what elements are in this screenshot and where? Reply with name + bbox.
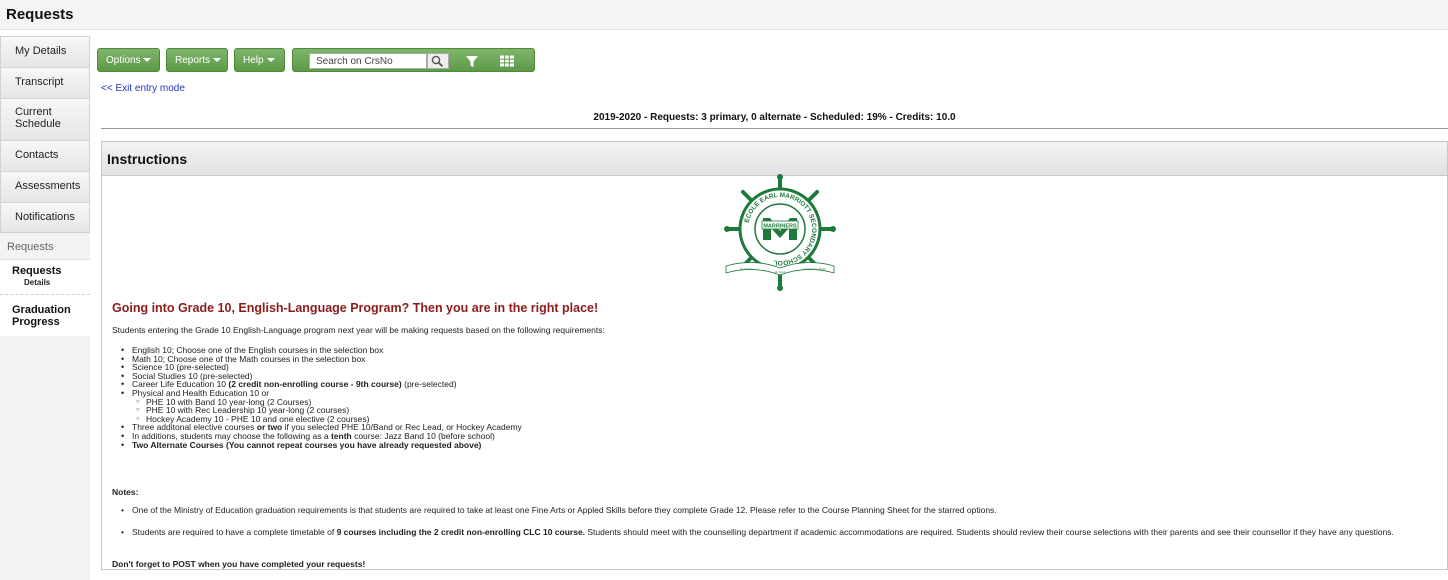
note-item: One of the Ministry of Education graduat… [121, 505, 1442, 516]
phe-options-list: PHE 10 with Band 10 year-long (2 Courses… [136, 397, 522, 424]
caret-down-icon [143, 58, 152, 63]
list-item: Two Alternate Courses (You cannot repeat… [121, 439, 522, 450]
page-title: Requests [6, 6, 74, 23]
sidebar-tab-transcript[interactable]: Transcript [0, 67, 90, 98]
page-header: Requests [0, 0, 1448, 30]
crest-center-text: MARRINERS [763, 224, 797, 230]
crest-banner-left: To Strive [740, 267, 753, 271]
search-icon [431, 55, 444, 67]
crest-banner-right: And Not to Yield [802, 267, 826, 271]
help-label: Help [243, 55, 264, 66]
instructions-title: Instructions [102, 142, 1447, 176]
note-item: Students are required to have a complete… [121, 527, 1442, 538]
school-crest-logo: ÉCOLE EARL MARRIOTT SECONDARY SCHOOL MAR… [724, 174, 836, 291]
sidebar-tab-current-schedule[interactable]: Current Schedule [0, 98, 90, 140]
sidebar-item-details-label[interactable]: Details [12, 278, 90, 287]
post-reminder: Don't forget to POST when you have compl… [112, 559, 366, 569]
requirements-list: English 10; Choose one of the English co… [121, 346, 522, 450]
caret-down-icon [266, 58, 275, 63]
note-emphasis: 9 courses including the 2 credit non-enr… [336, 527, 586, 537]
instructions-panel: Instructions ÉCOLE EARL MARRIOTT SECONDA… [101, 141, 1448, 570]
sidebar-item-graduation-progress[interactable]: Graduation Progress [0, 294, 90, 336]
sidebar: My Details Transcript Current Schedule C… [0, 36, 90, 580]
sidebar-item-requests-label: Requests [12, 265, 62, 277]
exit-entry-mode-link[interactable]: << Exit entry mode [101, 83, 185, 94]
section-heading: Going into Grade 10, English-Language Pr… [112, 301, 599, 315]
note-text: Students are required to have a complete… [132, 527, 337, 537]
list-item: Physical and Health Education 10 or PHE … [121, 389, 522, 424]
search-group [292, 48, 535, 72]
list-item-text: (pre-selected) [401, 379, 457, 390]
sidebar-tab-contacts[interactable]: Contacts [0, 140, 90, 171]
options-menu-button[interactable]: Options [97, 48, 160, 72]
note-text: Students should meet with the counsellin… [585, 527, 1394, 537]
divider [101, 128, 1448, 129]
options-label: Options [106, 55, 141, 66]
reports-label: Reports [175, 55, 211, 66]
notes-label: Notes: [112, 487, 139, 497]
search-button[interactable] [427, 53, 449, 69]
sidebar-item-requests[interactable]: Requests Details [0, 259, 90, 294]
request-summary: 2019-2020 - Requests: 3 primary, 0 alter… [593, 112, 956, 123]
reports-menu-button[interactable]: Reports [166, 48, 228, 72]
caret-down-icon [213, 58, 222, 63]
sidebar-tab-assessments[interactable]: Assessments [0, 171, 90, 202]
sidebar-item-graduation-label: Graduation Progress [12, 304, 71, 328]
grid-view-icon[interactable] [498, 52, 516, 70]
intro-text: Students entering the Grade 10 English-L… [112, 325, 605, 335]
sidebar-section-label: Requests [7, 241, 54, 253]
sidebar-tab-my-details[interactable]: My Details [0, 36, 90, 67]
help-menu-button[interactable]: Help [234, 48, 285, 72]
crest-banner-center: To Seek [775, 270, 786, 274]
filter-icon[interactable] [463, 52, 481, 70]
list-item-emphasis: Two Alternate Courses (You cannot repeat… [132, 439, 482, 450]
search-input[interactable] [309, 53, 427, 69]
sidebar-tab-notifications[interactable]: Notifications [0, 202, 90, 233]
